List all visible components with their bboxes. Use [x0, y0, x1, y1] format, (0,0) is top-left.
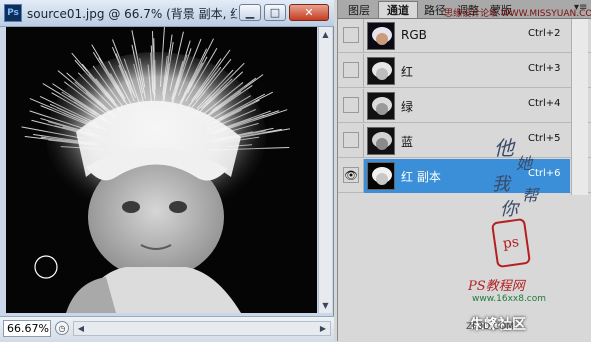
channel-thumbnail — [367, 92, 395, 120]
scroll-up-arrow-icon[interactable]: ▲ — [320, 28, 331, 41]
scroll-right-arrow-icon[interactable]: ▶ — [317, 322, 329, 335]
visibility-toggle[interactable] — [343, 27, 359, 43]
channels-panel: 图层 通道 路径 调整 蒙版 思缘设计论坛 WWW.MISSYUAN.COM ▾… — [337, 0, 591, 341]
maximize-button[interactable]: □ — [264, 4, 286, 21]
eye-icon: 👁 — [344, 169, 358, 182]
channel-thumbnail — [367, 22, 395, 50]
red-seal-stamp: ps — [491, 218, 531, 268]
calligraphy-watermark: 她 — [516, 150, 532, 174]
calligraphy-watermark: 帮 — [522, 182, 538, 206]
document-canvas[interactable] — [6, 27, 317, 313]
visibility-toggle[interactable] — [343, 97, 359, 113]
minimize-button[interactable]: ▁ — [239, 4, 261, 21]
channel-name: 绿 — [401, 98, 413, 115]
channel-thumbnail — [367, 162, 395, 190]
missyuan-watermark: 思缘设计论坛 WWW.MISSYUAN.COM — [444, 6, 591, 19]
visibility-toggle[interactable] — [343, 132, 359, 148]
document-status-bar: 66.67% ◷ ◀ ▶ — [0, 316, 334, 342]
tab-channels[interactable]: 通道 — [378, 1, 418, 18]
channel-name: 红 副本 — [401, 168, 441, 185]
photoshop-app-icon: Ps — [4, 4, 22, 22]
zoom-level-field[interactable]: 66.67% — [3, 320, 51, 337]
channel-name: 红 — [401, 63, 413, 80]
panel-scrollbar[interactable] — [571, 19, 588, 195]
ps-tutorial-watermark: PS教程网 — [468, 275, 525, 294]
channel-row-red-copy[interactable]: 👁 红 副本 Ctrl+6 — [338, 159, 591, 193]
channel-row-red[interactable]: 红 Ctrl+3 — [338, 54, 591, 88]
channel-row-green[interactable]: 绿 Ctrl+4 — [338, 89, 591, 123]
channel-thumbnail — [367, 127, 395, 155]
horizontal-scrollbar[interactable]: ◀ ▶ — [73, 321, 331, 336]
document-title: source01.jpg @ 66.7% (背景 副本, 红... — [27, 5, 237, 22]
channel-name: 蓝 — [401, 133, 413, 150]
girl-grayscale-photo — [6, 27, 317, 313]
channel-shortcut: Ctrl+4 — [528, 98, 561, 109]
scroll-down-arrow-icon[interactable]: ▼ — [320, 299, 331, 312]
community-sub-watermark: ZF3D.COM — [466, 322, 514, 332]
channel-row-rgb[interactable]: RGB Ctrl+2 — [338, 19, 591, 53]
channel-row-blue[interactable]: 蓝 Ctrl+5 — [338, 124, 591, 158]
channel-name: RGB — [401, 28, 427, 42]
vertical-scrollbar[interactable]: ▲ ▼ — [318, 27, 332, 313]
calligraphy-watermark: 你 — [500, 195, 518, 221]
channel-thumbnail — [367, 57, 395, 85]
calligraphy-watermark: 我 — [492, 170, 510, 196]
visibility-toggle[interactable]: 👁 — [343, 167, 359, 183]
channel-shortcut: Ctrl+6 — [528, 168, 561, 179]
tab-layers[interactable]: 图层 — [341, 1, 377, 18]
document-window: Ps source01.jpg @ 66.7% (背景 副本, 红... ▁ □… — [0, 0, 334, 341]
ps-url-watermark: www.16xx8.com — [472, 294, 546, 304]
channel-shortcut: Ctrl+3 — [528, 63, 561, 74]
panel-tab-bar: 图层 通道 路径 调整 蒙版 思缘设计论坛 WWW.MISSYUAN.COM ▾… — [338, 0, 591, 19]
document-titlebar[interactable]: Ps source01.jpg @ 66.7% (背景 副本, 红... ▁ □… — [0, 0, 334, 27]
status-info-icon[interactable]: ◷ — [55, 321, 69, 335]
calligraphy-watermark: 他 — [494, 132, 514, 161]
panel-menu-icon[interactable]: ▾≡ — [574, 2, 587, 13]
visibility-toggle[interactable] — [343, 62, 359, 78]
scroll-left-arrow-icon[interactable]: ◀ — [75, 322, 87, 335]
channel-shortcut: Ctrl+5 — [528, 133, 561, 144]
channel-shortcut: Ctrl+2 — [528, 28, 561, 39]
close-button[interactable]: ✕ — [289, 4, 329, 21]
